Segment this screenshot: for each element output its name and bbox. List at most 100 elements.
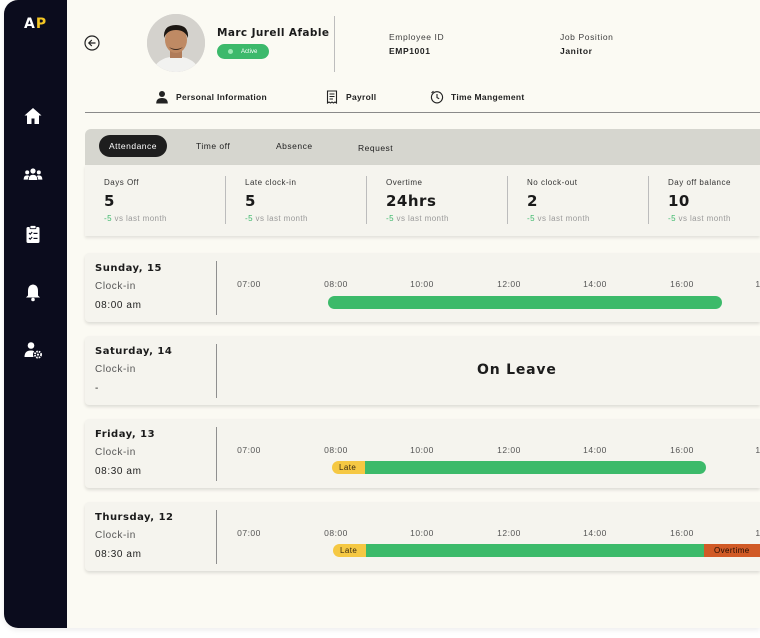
late-segment[interactable]: Late <box>333 544 366 557</box>
tab-payroll-label: Payroll <box>346 92 377 102</box>
stat-value: 5 <box>104 192 115 210</box>
attendance-day-row[interactable]: Saturday, 14 Clock-in - On Leave <box>85 336 760 405</box>
app-logo[interactable]: AP <box>24 16 47 32</box>
stat-delta: -5 vs last month <box>386 214 449 223</box>
employee-id-value: EMP1001 <box>389 46 431 56</box>
employee-avatar <box>147 14 205 72</box>
attendance-subtabs: Attendance Time off Absence Request <box>85 129 760 165</box>
timeline-tick: 08:00 <box>324 445 348 455</box>
stat-delta: -5 vs last month <box>104 214 167 223</box>
home-icon[interactable] <box>23 106 43 126</box>
work-hours-bar[interactable] <box>365 461 706 474</box>
subtab-absence[interactable]: Absence <box>276 135 313 157</box>
clock-in-time: - <box>95 383 99 394</box>
subtab-request[interactable]: Request <box>358 137 393 159</box>
overtime-segment[interactable]: Overtime <box>704 544 760 557</box>
stat-label: Overtime <box>386 178 423 187</box>
timeline-tick: 14:00 <box>583 279 607 289</box>
tab-time-management-label: Time Mangement <box>451 92 525 102</box>
timeline-tick: 14:00 <box>583 528 607 538</box>
timeline-tick: 12:00 <box>497 445 521 455</box>
clock-in-time: 08:00 am <box>95 300 142 311</box>
stat-value: 24hrs <box>386 192 437 210</box>
stat-delta-text: vs last month <box>111 214 167 223</box>
stat-divider <box>225 176 226 224</box>
stat-label: No clock-out <box>527 178 578 187</box>
person-icon <box>156 91 168 104</box>
stat-label: Days Off <box>104 178 139 187</box>
subtab-time-off[interactable]: Time off <box>196 135 230 157</box>
stat-label: Day off balance <box>668 178 731 187</box>
timeline-tick: 12:00 <box>497 528 521 538</box>
timeline-tick: 10:00 <box>410 528 434 538</box>
bell-icon[interactable] <box>23 282 43 302</box>
receipt-icon <box>326 90 338 104</box>
stat-divider <box>366 176 367 224</box>
stat-value: 2 <box>527 192 538 210</box>
timeline-tick: 07:00 <box>237 528 261 538</box>
stats-summary: Days Off 5 -5 vs last month Late clock-i… <box>85 165 760 236</box>
sidebar: AP <box>4 0 67 628</box>
work-hours-bar[interactable] <box>366 544 704 557</box>
day-date: Thursday, 12 <box>95 512 174 523</box>
job-position-value: Janitor <box>560 46 593 56</box>
timeline-tick: 07:00 <box>237 445 261 455</box>
stat-label: Late clock-in <box>245 178 297 187</box>
tab-personal-information[interactable]: Personal Information <box>155 90 267 104</box>
subtab-attendance[interactable]: Attendance <box>99 135 168 157</box>
day-date: Sunday, 15 <box>95 263 162 274</box>
stat-value: 5 <box>245 192 256 210</box>
stat-divider <box>648 176 649 224</box>
stat-value: 10 <box>668 192 690 210</box>
attendance-day-row[interactable]: Sunday, 15 Clock-in 08:00 am 07:00 08:00… <box>85 253 760 322</box>
tab-payroll[interactable]: Payroll <box>325 90 376 104</box>
stat-delta-value: -5 <box>386 214 394 223</box>
user-settings-icon[interactable] <box>23 340 43 360</box>
timeline-tick: 08:00 <box>324 279 348 289</box>
timeline-tick: 10:00 <box>410 279 434 289</box>
timeline-tick: 08:00 <box>324 528 348 538</box>
day-divider <box>216 261 217 315</box>
day-date: Saturday, 14 <box>95 346 173 357</box>
attendance-day-row[interactable]: Thursday, 12 Clock-in 08:30 am 07:00 08:… <box>85 502 760 571</box>
job-position-label: Job Position <box>560 32 614 42</box>
stat-delta-text: vs last month <box>534 214 590 223</box>
timeline-tick: 1 <box>755 445 760 455</box>
timeline-tick: 16:00 <box>670 279 694 289</box>
clipboard-icon[interactable] <box>23 224 43 244</box>
stat-delta: -5 vs last month <box>668 214 731 223</box>
clock-in-time: 08:30 am <box>95 549 142 560</box>
work-hours-bar[interactable] <box>328 296 722 309</box>
tab-time-management[interactable]: Time Mangement <box>430 90 524 104</box>
status-badge: Active <box>217 44 269 59</box>
stat-delta-text: vs last month <box>393 214 449 223</box>
day-divider <box>216 510 217 564</box>
tab-personal-information-label: Personal Information <box>176 92 268 102</box>
attendance-day-row[interactable]: Friday, 13 Clock-in 08:30 am 07:00 08:00… <box>85 419 760 488</box>
employee-name: Marc Jurell Afable <box>217 27 330 39</box>
timeline-tick: 10:00 <box>410 445 434 455</box>
header-divider <box>334 16 335 72</box>
stat-delta: -5 vs last month <box>527 214 590 223</box>
clock-in-label: Clock-in <box>95 530 136 541</box>
day-date: Friday, 13 <box>95 429 156 440</box>
stat-delta: -5 vs last month <box>245 214 308 223</box>
status-dot-icon <box>228 49 233 54</box>
clock-icon <box>430 90 444 104</box>
stat-delta-value: -5 <box>104 214 112 223</box>
clock-in-label: Clock-in <box>95 281 136 292</box>
stat-delta-value: -5 <box>245 214 253 223</box>
late-segment[interactable]: Late <box>332 461 365 474</box>
timeline-tick: 16:00 <box>670 528 694 538</box>
timeline-tick: 16:00 <box>670 445 694 455</box>
day-divider <box>216 344 217 398</box>
team-icon[interactable] <box>23 165 43 185</box>
stat-delta-value: -5 <box>668 214 676 223</box>
timeline-tick: 07:00 <box>237 279 261 289</box>
back-arrow-icon[interactable] <box>84 35 100 51</box>
status-badge-label: Active <box>241 48 258 55</box>
logo-letter-a: A <box>24 16 36 32</box>
logo-letter-p: P <box>35 16 48 32</box>
timeline-tick: 14:00 <box>583 445 607 455</box>
app-window: AP Marc Jurell Afable Active Employee ID… <box>4 0 760 628</box>
